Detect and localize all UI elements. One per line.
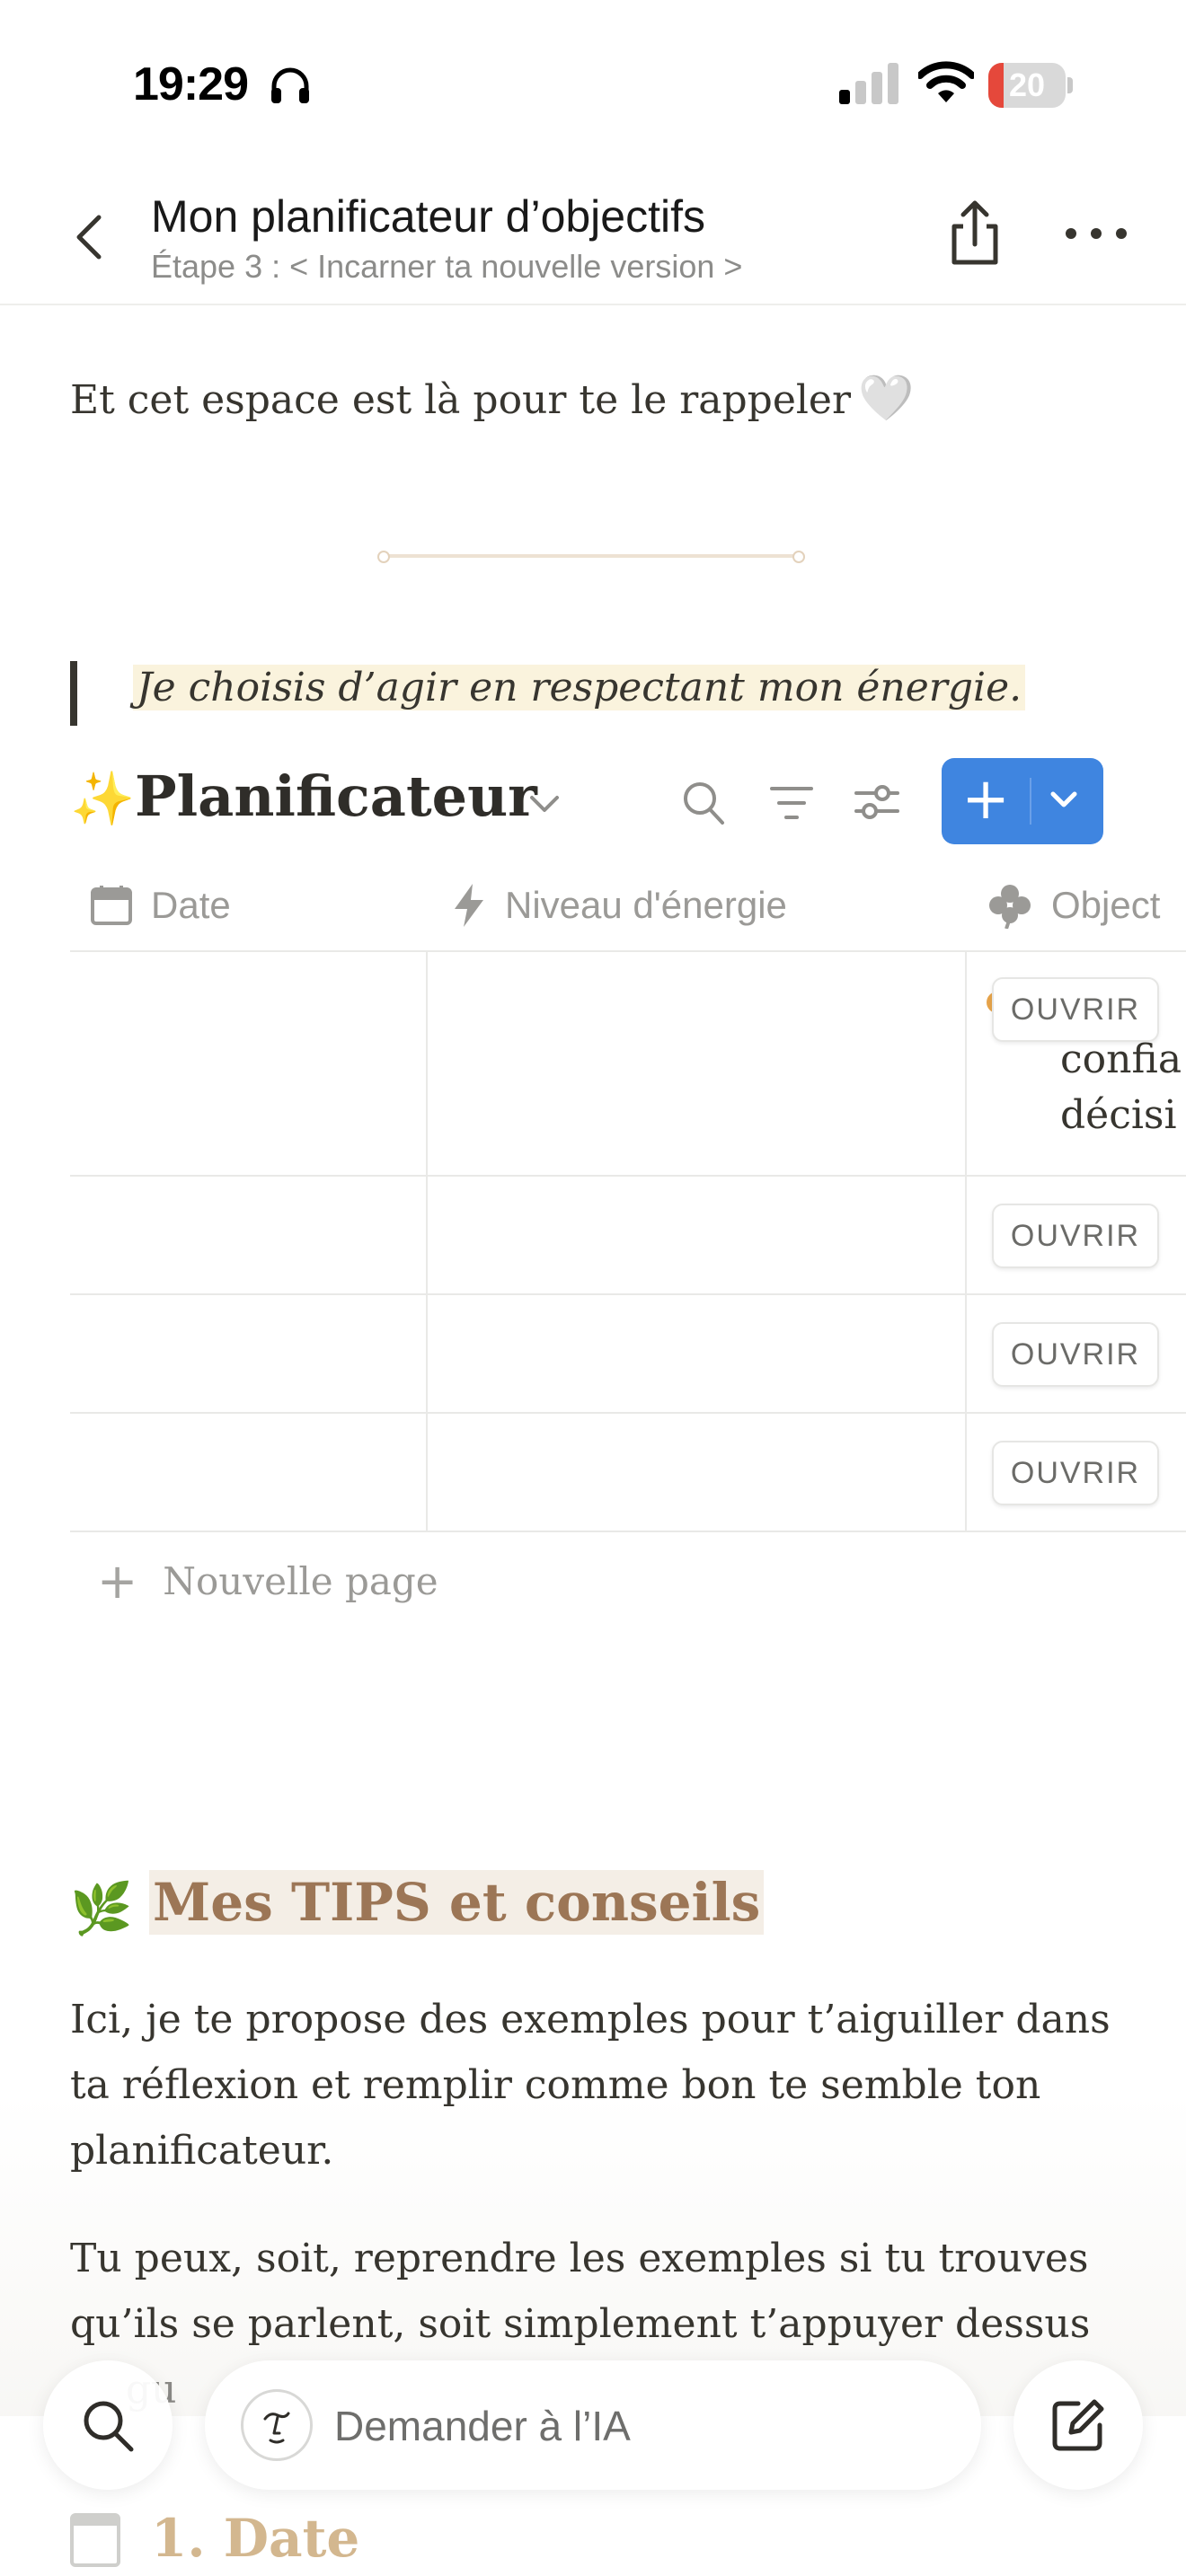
compose-icon: [1052, 2399, 1104, 2451]
button-separator: [1030, 778, 1031, 825]
notepad-icon: [70, 2513, 120, 2567]
battery-indicator: 20: [988, 63, 1073, 108]
open-row-button[interactable]: OUVRIR: [992, 1441, 1159, 1505]
table-row[interactable]: OUVRIR: [70, 1414, 1186, 1531]
database-title[interactable]: Planificateur: [135, 763, 537, 829]
search-button[interactable]: [43, 2360, 173, 2490]
ask-ai-input[interactable]: Demander à l’IA: [205, 2360, 981, 2490]
calendar-icon: [91, 886, 132, 925]
navigation-bar: Mon planificateur d’objectifs Étape 3 : …: [0, 171, 1186, 305]
search-icon[interactable]: [681, 780, 726, 826]
battery-level: 20: [1008, 66, 1046, 103]
decorative-divider: [377, 551, 805, 563]
tips-title: Mes TIPS et conseils: [149, 1870, 765, 1935]
herb-emoji: 🌿: [70, 1880, 133, 1936]
plus-icon: +: [97, 1552, 138, 1610]
table-row[interactable]: OUVRIR: [70, 1177, 1186, 1293]
white-heart-emoji: 🤍: [858, 372, 915, 424]
plus-icon[interactable]: +: [942, 758, 1030, 844]
sparkles-emoji: ✨: [70, 770, 136, 828]
headphones-icon: [271, 67, 309, 103]
database-header: ✨ Planificateur +: [70, 754, 1103, 853]
settings-sliders-icon[interactable]: [854, 781, 900, 823]
status-time: 19:29: [133, 58, 249, 110]
lightning-icon: [455, 884, 483, 927]
compose-button[interactable]: [1013, 2360, 1143, 2490]
open-row-button[interactable]: OUVRIR: [992, 1322, 1159, 1387]
back-chevron-icon[interactable]: [63, 205, 117, 268]
page-title: Mon planificateur d’objectifs: [151, 191, 705, 242]
new-page-button[interactable]: + Nouvelle page: [70, 1536, 438, 1626]
tips-paragraph: Tu peux, soit, reprendre les exemples si…: [70, 2236, 1091, 2347]
page-breadcrumb[interactable]: Étape 3 : < Incarner ta nouvelle version…: [151, 248, 742, 286]
ai-face-icon: [241, 2389, 313, 2461]
chevron-down-icon[interactable]: [527, 792, 562, 816]
ask-ai-placeholder: Demander à l’IA: [334, 2403, 631, 2449]
new-entry-button[interactable]: +: [942, 758, 1103, 844]
column-header-date[interactable]: Date: [90, 860, 231, 950]
chevron-down-icon[interactable]: [1040, 785, 1087, 817]
database-table: Date Niveau d'énergie Object n confia dé…: [70, 860, 1186, 1651]
search-icon: [84, 2401, 134, 2452]
open-row-button[interactable]: OUVRIR: [992, 977, 1159, 1042]
status-bar: 19:29 20: [0, 0, 1186, 171]
intro-paragraph: Et cet espace est là pour te le rappeler…: [70, 372, 914, 425]
column-label: Object: [1051, 884, 1161, 926]
column-label: Date: [151, 884, 231, 926]
clover-icon: [989, 885, 1031, 929]
cellular-signal-icon: [839, 63, 898, 104]
wifi-icon: [918, 61, 974, 102]
open-row-button[interactable]: OUVRIR: [992, 1204, 1159, 1268]
share-icon[interactable]: [943, 198, 1006, 269]
more-options-icon[interactable]: [1060, 216, 1132, 251]
table-row[interactable]: OUVRIR: [70, 1295, 1186, 1412]
column-label: Niveau d'énergie: [505, 884, 787, 926]
quote-bar: [70, 661, 77, 726]
section-title: 1. Date: [151, 2508, 360, 2569]
filter-icon[interactable]: [769, 783, 814, 823]
column-header-energy[interactable]: Niveau d'énergie: [451, 860, 787, 950]
new-page-label: Nouvelle page: [163, 1558, 438, 1603]
objective-text-line: décisi: [1060, 1092, 1177, 1138]
bottom-action-bar: Demander à l’IA: [0, 2353, 1186, 2497]
intro-text: Et cet espace est là pour te le rappeler: [70, 377, 851, 423]
objective-text-line: confia: [1060, 1037, 1182, 1082]
tips-paragraph: Ici, je te propose des exemples pour t’a…: [70, 1997, 1111, 2174]
row-divider: [70, 1531, 1186, 1532]
table-row[interactable]: n confia décisi OUVRIR: [70, 952, 1186, 1175]
column-header-objective[interactable]: Object: [987, 860, 1160, 950]
quote-text: Je choisis d’agir en respectant mon éner…: [133, 665, 1026, 710]
